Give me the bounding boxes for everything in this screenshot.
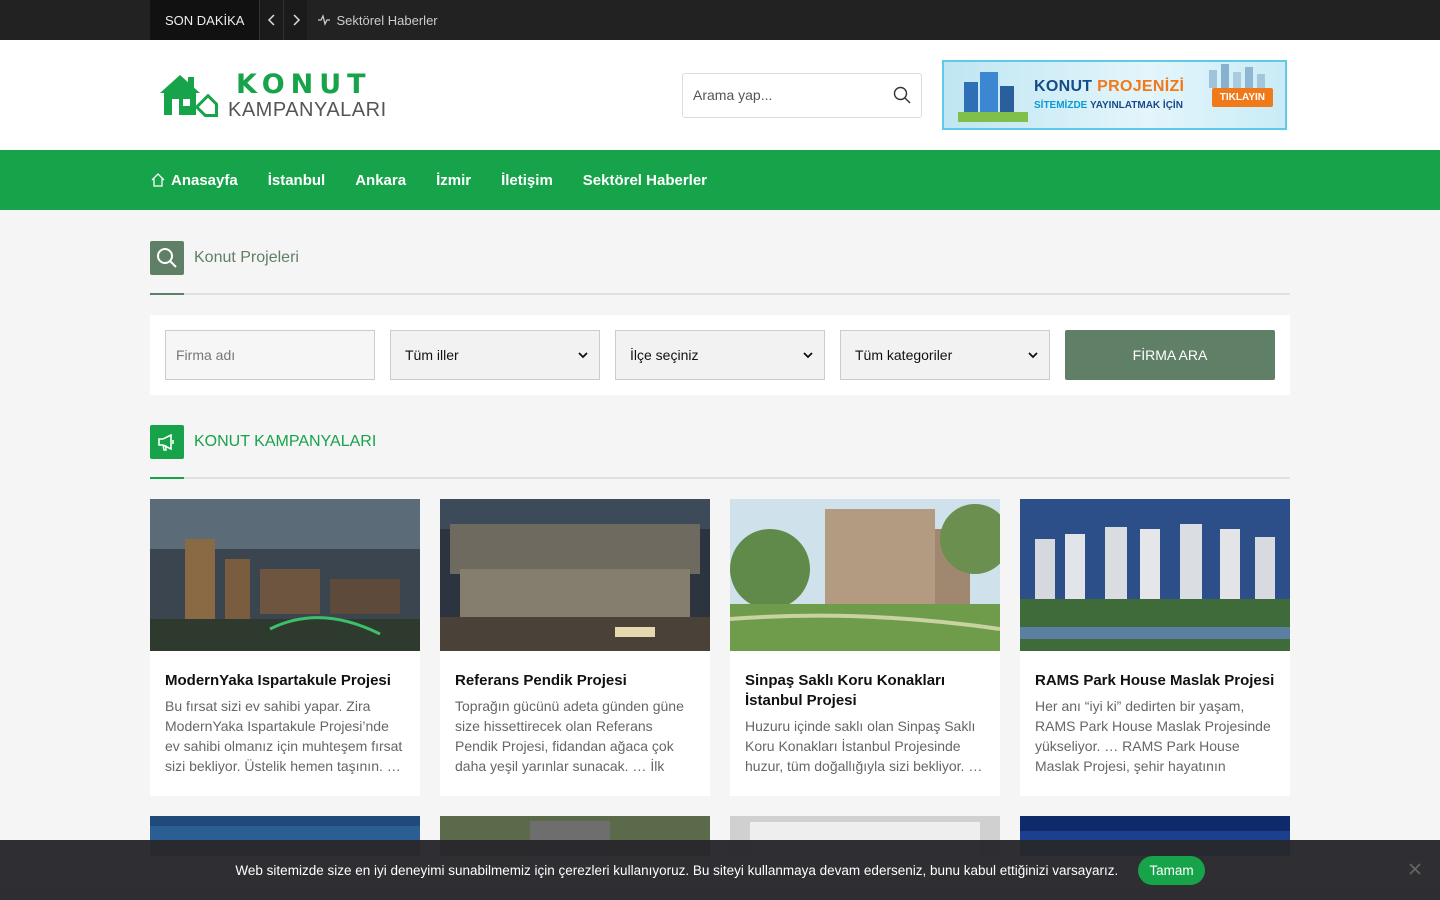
card-excerpt: Bu fırsat sizi ev sahibi yapar. Zira Mod… (165, 698, 403, 774)
card-title[interactable]: ModernYaka Ispartakule Projesi (165, 671, 405, 691)
section-title: Konut Projeleri (194, 248, 299, 266)
site-header: KONUT KAMPANYALARI KONUT PROJENİZİ SİTEM… (0, 40, 1440, 150)
search-icon[interactable] (893, 86, 911, 104)
megaphone-icon (158, 433, 174, 451)
card-excerpt: Her anı “iyi ki” dedirten bir yaşam, RAM… (1035, 698, 1271, 774)
banner-cta-button[interactable]: TIKLAYIN (1211, 88, 1273, 107)
logo-title: KONUT (236, 68, 372, 100)
search-box (682, 72, 922, 118)
section-title: KONUT KAMPANYALARI (194, 433, 377, 450)
home-icon (151, 173, 165, 187)
banner-title: KONUT PROJENİZİ (1034, 78, 1185, 95)
chevron-down-icon (1028, 352, 1038, 359)
campaign-card[interactable]: RAMS Park House Maslak Projesi Her anı “… (1020, 499, 1290, 796)
ticker-text: Sektörel Haberler (336, 12, 438, 28)
chevron-right-icon (293, 14, 301, 26)
chevron-left-icon (267, 14, 275, 26)
section-header-campaigns: KONUT KAMPANYALARI (150, 395, 1290, 479)
ticker-next-button[interactable] (283, 0, 308, 40)
campaign-card[interactable]: Referans Pendik Projesi Toprağın gücünü … (440, 499, 710, 796)
main-content: Konut Projeleri Firma adı Tüm iller İlçe… (150, 210, 1290, 856)
district-select[interactable]: İlçe seçiniz (615, 330, 825, 380)
section-underline (150, 293, 184, 295)
card-title[interactable]: Referans Pendik Projesi (455, 671, 695, 691)
project-image[interactable] (1020, 499, 1290, 651)
house-tag-icon (160, 75, 218, 117)
project-image[interactable] (440, 499, 710, 651)
card-title[interactable]: RAMS Park House Maslak Projesi (1035, 671, 1275, 691)
nav-item-istanbul[interactable]: İstanbul (268, 172, 326, 189)
cookie-notice: Web sitemizde size en iyi deneyimi sunab… (0, 840, 1440, 900)
breaking-news-label: SON DAKİKA (150, 0, 260, 40)
section-icon (150, 240, 184, 275)
ticker-item[interactable]: Sektörel Haberler (307, 0, 438, 40)
top-bar: SON DAKİKA Sektörel Haberler (0, 0, 1440, 40)
project-image[interactable] (150, 499, 420, 651)
card-title[interactable]: Sinpaş Saklı Koru Konakları İstanbul Pro… (745, 671, 985, 711)
nav-item-izmir[interactable]: İzmir (436, 172, 471, 189)
close-icon[interactable] (1408, 862, 1422, 876)
nav-item-sector-news[interactable]: Sektörel Haberler (583, 172, 707, 189)
ad-banner[interactable]: KONUT PROJENİZİ SİTEMİZDE YAYINLATMAK İÇ… (942, 60, 1287, 130)
campaign-card[interactable]: ModernYaka Ispartakule Projesi Bu fırsat… (150, 499, 420, 796)
buildings-icon (958, 72, 1028, 122)
skyline-icon (1209, 64, 1265, 88)
ticker-prev-button[interactable] (259, 0, 284, 40)
campaign-card[interactable]: Sinpaş Saklı Koru Konakları İstanbul Pro… (729, 499, 1010, 796)
firm-search-button[interactable]: FİRMA ARA (1065, 330, 1275, 380)
cookie-message: Web sitemizde size en iyi deneyimi sunab… (235, 862, 1119, 878)
firm-name-input[interactable]: Firma adı (165, 330, 375, 380)
cookie-accept-button[interactable]: Tamam (1138, 855, 1205, 885)
main-nav: Anasayfa İstanbul Ankara İzmir İletişim … (0, 150, 1440, 210)
chevron-down-icon (803, 352, 813, 359)
search-input[interactable] (693, 87, 873, 103)
category-select[interactable]: Tüm kategoriler (840, 330, 1050, 380)
province-select[interactable]: Tüm iller (390, 330, 600, 380)
card-excerpt: Huzuru içinde saklı olan Sinpaş Saklı Ko… (745, 718, 983, 774)
nav-item-home[interactable]: Anasayfa (150, 172, 238, 189)
logo-subtitle: KAMPANYALARI (228, 98, 387, 121)
section-header-projects: Konut Projeleri (150, 210, 1290, 295)
firm-search-form: Firma adı Tüm iller İlçe seçiniz Tüm kat… (150, 315, 1290, 395)
project-image[interactable] (729, 499, 1010, 651)
site-logo[interactable]: KONUT KAMPANYALARI (150, 69, 682, 121)
section-icon (150, 425, 184, 459)
card-excerpt: Toprağın gücünü adeta günden güne size h… (455, 698, 684, 774)
nav-item-contact[interactable]: İletişim (501, 172, 553, 189)
campaign-card-grid: ModernYaka Ispartakule Projesi Bu fırsat… (150, 499, 1290, 796)
search-icon (157, 247, 177, 268)
nav-item-ankara[interactable]: Ankara (355, 172, 406, 189)
section-underline (150, 477, 184, 479)
activity-icon (318, 14, 331, 26)
banner-subtitle: SİTEMİZDE YAYINLATMAK İÇİN (1034, 100, 1183, 111)
chevron-down-icon (578, 352, 588, 359)
